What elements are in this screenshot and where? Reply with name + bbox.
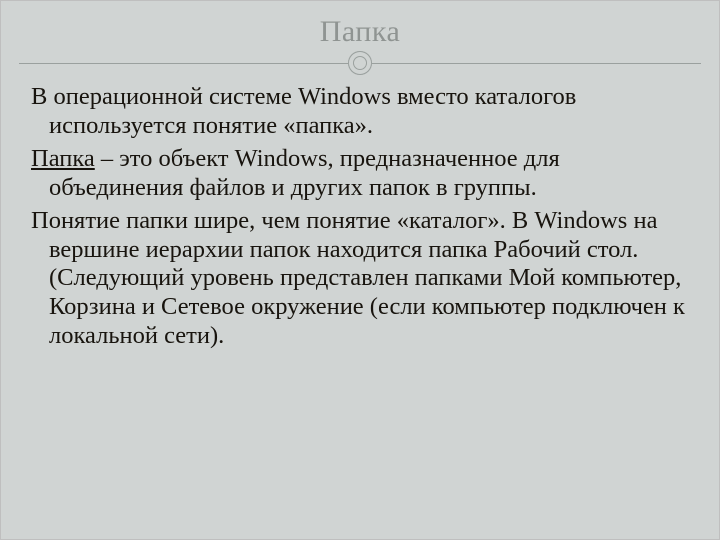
paragraph-1: В операционной системе Windows вместо ка… [31,83,697,141]
paragraph-2: Папка – это объект Windows, предназначен… [31,145,697,203]
title-area: Папка [1,1,719,77]
slide: Папка В операционной системе Windows вме… [0,0,720,540]
title-divider [1,51,719,77]
slide-title: Папка [320,15,401,55]
slide-body: В операционной системе Windows вместо ка… [1,77,719,351]
paragraph-2-rest: – это объект Windows, предназначенное дл… [49,145,560,201]
circle-ornament-icon [348,51,372,75]
term-underlined: Папка [31,145,95,172]
paragraph-3: Понятие папки шире, чем понятие «каталог… [31,207,697,352]
